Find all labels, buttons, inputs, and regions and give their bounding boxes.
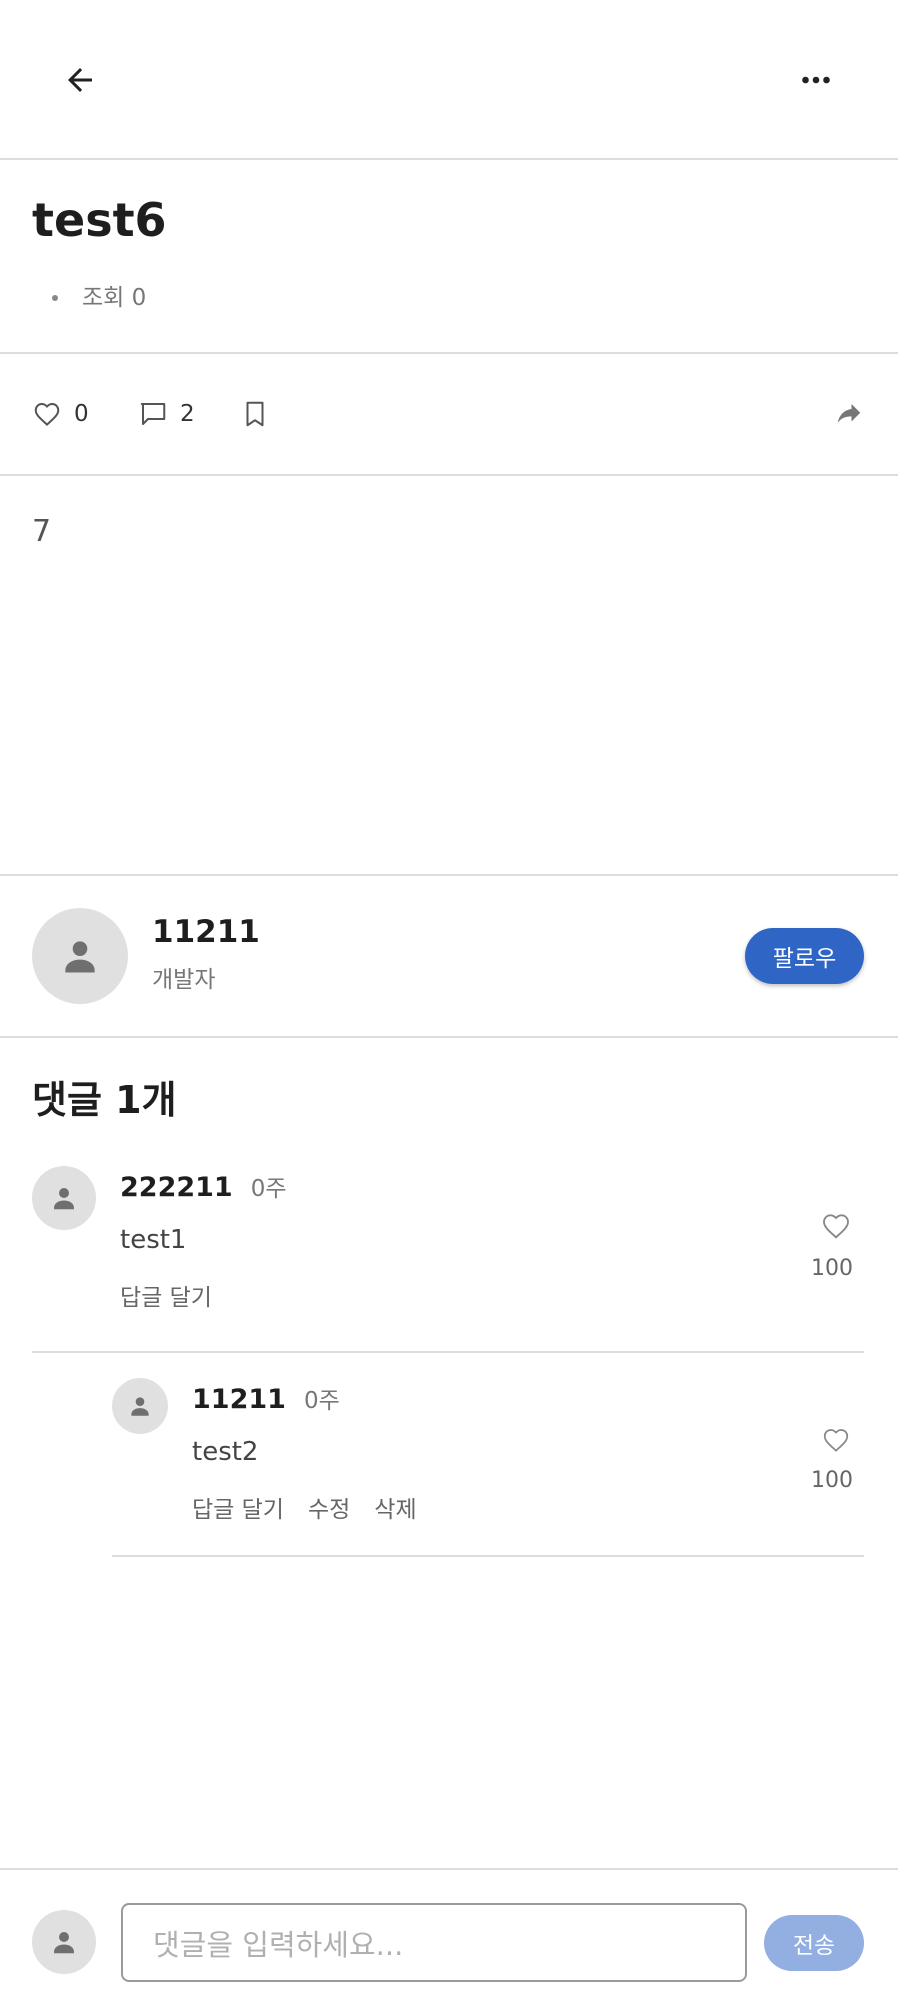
post-body: 7 — [32, 514, 52, 549]
comment-input-placeholder: 댓글을 입력하세요... — [153, 1927, 404, 1962]
bookmark-icon — [246, 401, 264, 427]
comment-divider — [32, 1351, 864, 1353]
author-avatar[interactable] — [32, 908, 128, 1004]
comment-like-count: 100 — [811, 1256, 853, 1281]
back-button[interactable] — [50, 50, 110, 110]
author-name: 11211 — [152, 914, 260, 950]
reply-button[interactable]: 답글 달기 — [192, 1492, 284, 1528]
heart-icon — [823, 1429, 849, 1452]
more-options-button[interactable] — [786, 50, 846, 110]
composer-avatar — [32, 1910, 96, 1974]
back-arrow-icon — [68, 68, 92, 92]
bookmark-button[interactable] — [240, 396, 270, 432]
edit-button[interactable]: 수정 — [308, 1492, 350, 1528]
share-icon — [837, 404, 861, 423]
divider — [0, 158, 898, 160]
comment-text: test1 — [120, 1225, 187, 1255]
reply-divider — [112, 1555, 864, 1557]
like-count: 0 — [74, 401, 89, 427]
comment-count: 2 — [180, 401, 195, 427]
divider — [0, 1036, 898, 1038]
comment-input[interactable]: 댓글을 입력하세요... — [121, 1903, 747, 1982]
person-icon — [65, 941, 95, 973]
reply-text: test2 — [192, 1437, 259, 1467]
person-icon — [54, 1188, 74, 1210]
person-icon — [54, 1932, 74, 1954]
reply-like-button[interactable] — [818, 1422, 854, 1458]
reply-author: 11211 — [192, 1384, 286, 1415]
comment-time: 0주 — [250, 1176, 287, 1202]
comment-header: 222211 0주 — [120, 1168, 287, 1209]
post-title: test6 — [32, 193, 167, 247]
heart-icon — [823, 1214, 849, 1239]
reply-header: 11211 0주 — [192, 1380, 340, 1421]
follow-button[interactable]: 팔로우 — [745, 928, 864, 984]
divider — [0, 352, 898, 354]
comments-title: 댓글 1개 — [32, 1078, 177, 1122]
person-icon — [131, 1397, 149, 1416]
more-icon — [802, 76, 830, 84]
heart-icon — [34, 402, 60, 426]
comment-like-button[interactable] — [818, 1208, 854, 1244]
comment-author: 222211 — [120, 1172, 233, 1203]
like-button[interactable]: 0 — [32, 396, 89, 432]
post-meta: 조회 0 — [52, 280, 146, 316]
comment-avatar[interactable] — [32, 1166, 96, 1230]
reply-button[interactable]: 답글 달기 — [120, 1280, 212, 1316]
reply-avatar[interactable] — [112, 1378, 168, 1434]
divider — [0, 474, 898, 476]
view-count: 조회 0 — [82, 285, 147, 311]
comment-icon — [140, 403, 166, 425]
reply-time: 0주 — [303, 1388, 340, 1414]
bullet-dot — [52, 295, 58, 301]
author-role: 개발자 — [152, 967, 216, 993]
composer-divider — [0, 1868, 898, 1870]
reply-like-count: 100 — [811, 1468, 853, 1493]
reply-actions: 답글 달기 수정 삭제 — [192, 1492, 417, 1528]
delete-button[interactable]: 삭제 — [374, 1492, 416, 1528]
share-button[interactable] — [834, 398, 864, 430]
divider — [0, 874, 898, 876]
comment-count-button[interactable]: 2 — [138, 396, 195, 432]
send-button[interactable]: 전송 — [764, 1915, 864, 1971]
